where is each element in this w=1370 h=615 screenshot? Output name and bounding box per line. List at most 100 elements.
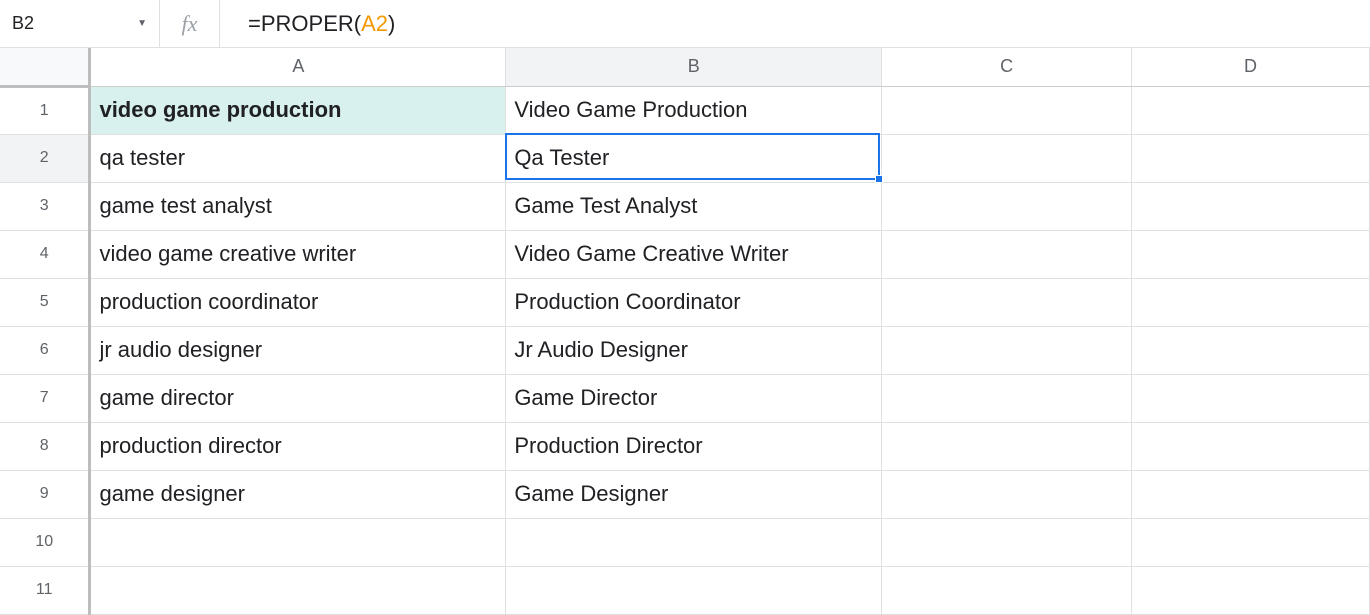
row-header-label: 11 [36,581,53,598]
cell-c1[interactable] [882,86,1132,134]
formula-equals: = [248,11,261,37]
cell-a9[interactable]: game designer [90,470,506,518]
cell-b2[interactable]: Qa Tester [506,134,882,182]
row-header-label: 5 [40,293,49,310]
row-header-3[interactable]: 3 [0,182,90,230]
cell-d7[interactable] [1132,374,1370,422]
row-header-7[interactable]: 7 [0,374,90,422]
cell-d3[interactable] [1132,182,1370,230]
row-header-label: 1 [40,102,49,119]
col-header-c[interactable]: C [882,48,1132,86]
row-header-1[interactable]: 1 [0,86,90,134]
cell-value: Game Designer [514,481,668,506]
cell-d11[interactable] [1132,566,1370,614]
formula-close-paren: ) [388,11,395,37]
cell-a4[interactable]: video game creative writer [90,230,506,278]
cell-c10[interactable] [882,518,1132,566]
cell-a2[interactable]: qa tester [90,134,506,182]
name-box-dropdown-icon[interactable]: ▼ [137,18,147,29]
cell-a8[interactable]: production director [90,422,506,470]
cell-a11[interactable] [90,566,506,614]
cell-value: Production Director [514,433,702,458]
col-header-a[interactable]: A [90,48,506,86]
cell-d8[interactable] [1132,422,1370,470]
cell-c9[interactable] [882,470,1132,518]
cell-value: video game creative writer [99,241,356,266]
cell-value: game designer [99,481,245,506]
cell-c6[interactable] [882,326,1132,374]
cell-value: Qa Tester [514,145,609,170]
formula-input[interactable]: =PROPER(A2) [220,0,1370,47]
row-header-label: 7 [40,389,49,406]
row-header-label: 10 [35,533,53,550]
col-header-b[interactable]: B [506,48,882,86]
cell-b8[interactable]: Production Director [506,422,882,470]
row-header-2[interactable]: 2 [0,134,90,182]
cell-value: qa tester [99,145,185,170]
row-header-label: 3 [40,197,49,214]
cell-c7[interactable] [882,374,1132,422]
cell-value: Game Director [514,385,657,410]
cell-value: Jr Audio Designer [514,337,688,362]
cell-d1[interactable] [1132,86,1370,134]
cell-d4[interactable] [1132,230,1370,278]
row-header-4[interactable]: 4 [0,230,90,278]
fx-icon: fx [160,0,220,47]
cell-a7[interactable]: game director [90,374,506,422]
col-header-d[interactable]: D [1132,48,1370,86]
row-header-9[interactable]: 9 [0,470,90,518]
cell-value: production coordinator [99,289,318,314]
row-header-label: 8 [40,437,49,454]
formula-func: PROPER [261,11,354,37]
select-all-corner[interactable] [0,48,90,86]
cell-c8[interactable] [882,422,1132,470]
cell-b3[interactable]: Game Test Analyst [506,182,882,230]
cell-d5[interactable] [1132,278,1370,326]
cell-value: video game production [99,97,341,122]
cell-d2[interactable] [1132,134,1370,182]
cell-b10[interactable] [506,518,882,566]
row-header-label: 9 [40,485,49,502]
spreadsheet-grid: A B C D 1 video game production Video Ga… [0,48,1370,615]
cell-b1[interactable]: Video Game Production [506,86,882,134]
row-header-5[interactable]: 5 [0,278,90,326]
cell-b6[interactable]: Jr Audio Designer [506,326,882,374]
cell-b11[interactable] [506,566,882,614]
cell-c3[interactable] [882,182,1132,230]
cell-value: production director [99,433,281,458]
row-header-6[interactable]: 6 [0,326,90,374]
row-header-11[interactable]: 11 [0,566,90,614]
cell-value: Video Game Production [514,97,747,122]
row-header-8[interactable]: 8 [0,422,90,470]
col-header-label: A [292,56,304,76]
cell-b9[interactable]: Game Designer [506,470,882,518]
col-header-label: B [688,56,700,76]
name-box[interactable]: B2 ▼ [0,0,160,47]
cell-b4[interactable]: Video Game Creative Writer [506,230,882,278]
col-header-label: D [1244,56,1257,76]
cell-d6[interactable] [1132,326,1370,374]
cell-value: game director [99,385,234,410]
formula-open-paren: ( [354,11,361,37]
cell-c2[interactable] [882,134,1132,182]
cell-b7[interactable]: Game Director [506,374,882,422]
cell-c4[interactable] [882,230,1132,278]
cell-value: Video Game Creative Writer [514,241,788,266]
col-header-label: C [1000,56,1013,76]
row-header-label: 4 [40,245,49,262]
cell-d9[interactable] [1132,470,1370,518]
row-header-label: 6 [40,341,49,358]
cell-c11[interactable] [882,566,1132,614]
cell-b5[interactable]: Production Coordinator [506,278,882,326]
cell-a5[interactable]: production coordinator [90,278,506,326]
cell-a1[interactable]: video game production [90,86,506,134]
cell-c5[interactable] [882,278,1132,326]
cell-d10[interactable] [1132,518,1370,566]
cell-a10[interactable] [90,518,506,566]
cell-a3[interactable]: game test analyst [90,182,506,230]
row-header-10[interactable]: 10 [0,518,90,566]
cell-a6[interactable]: jr audio designer [90,326,506,374]
name-box-value: B2 [12,13,34,34]
cell-value: game test analyst [99,193,271,218]
formula-ref: A2 [361,11,388,37]
